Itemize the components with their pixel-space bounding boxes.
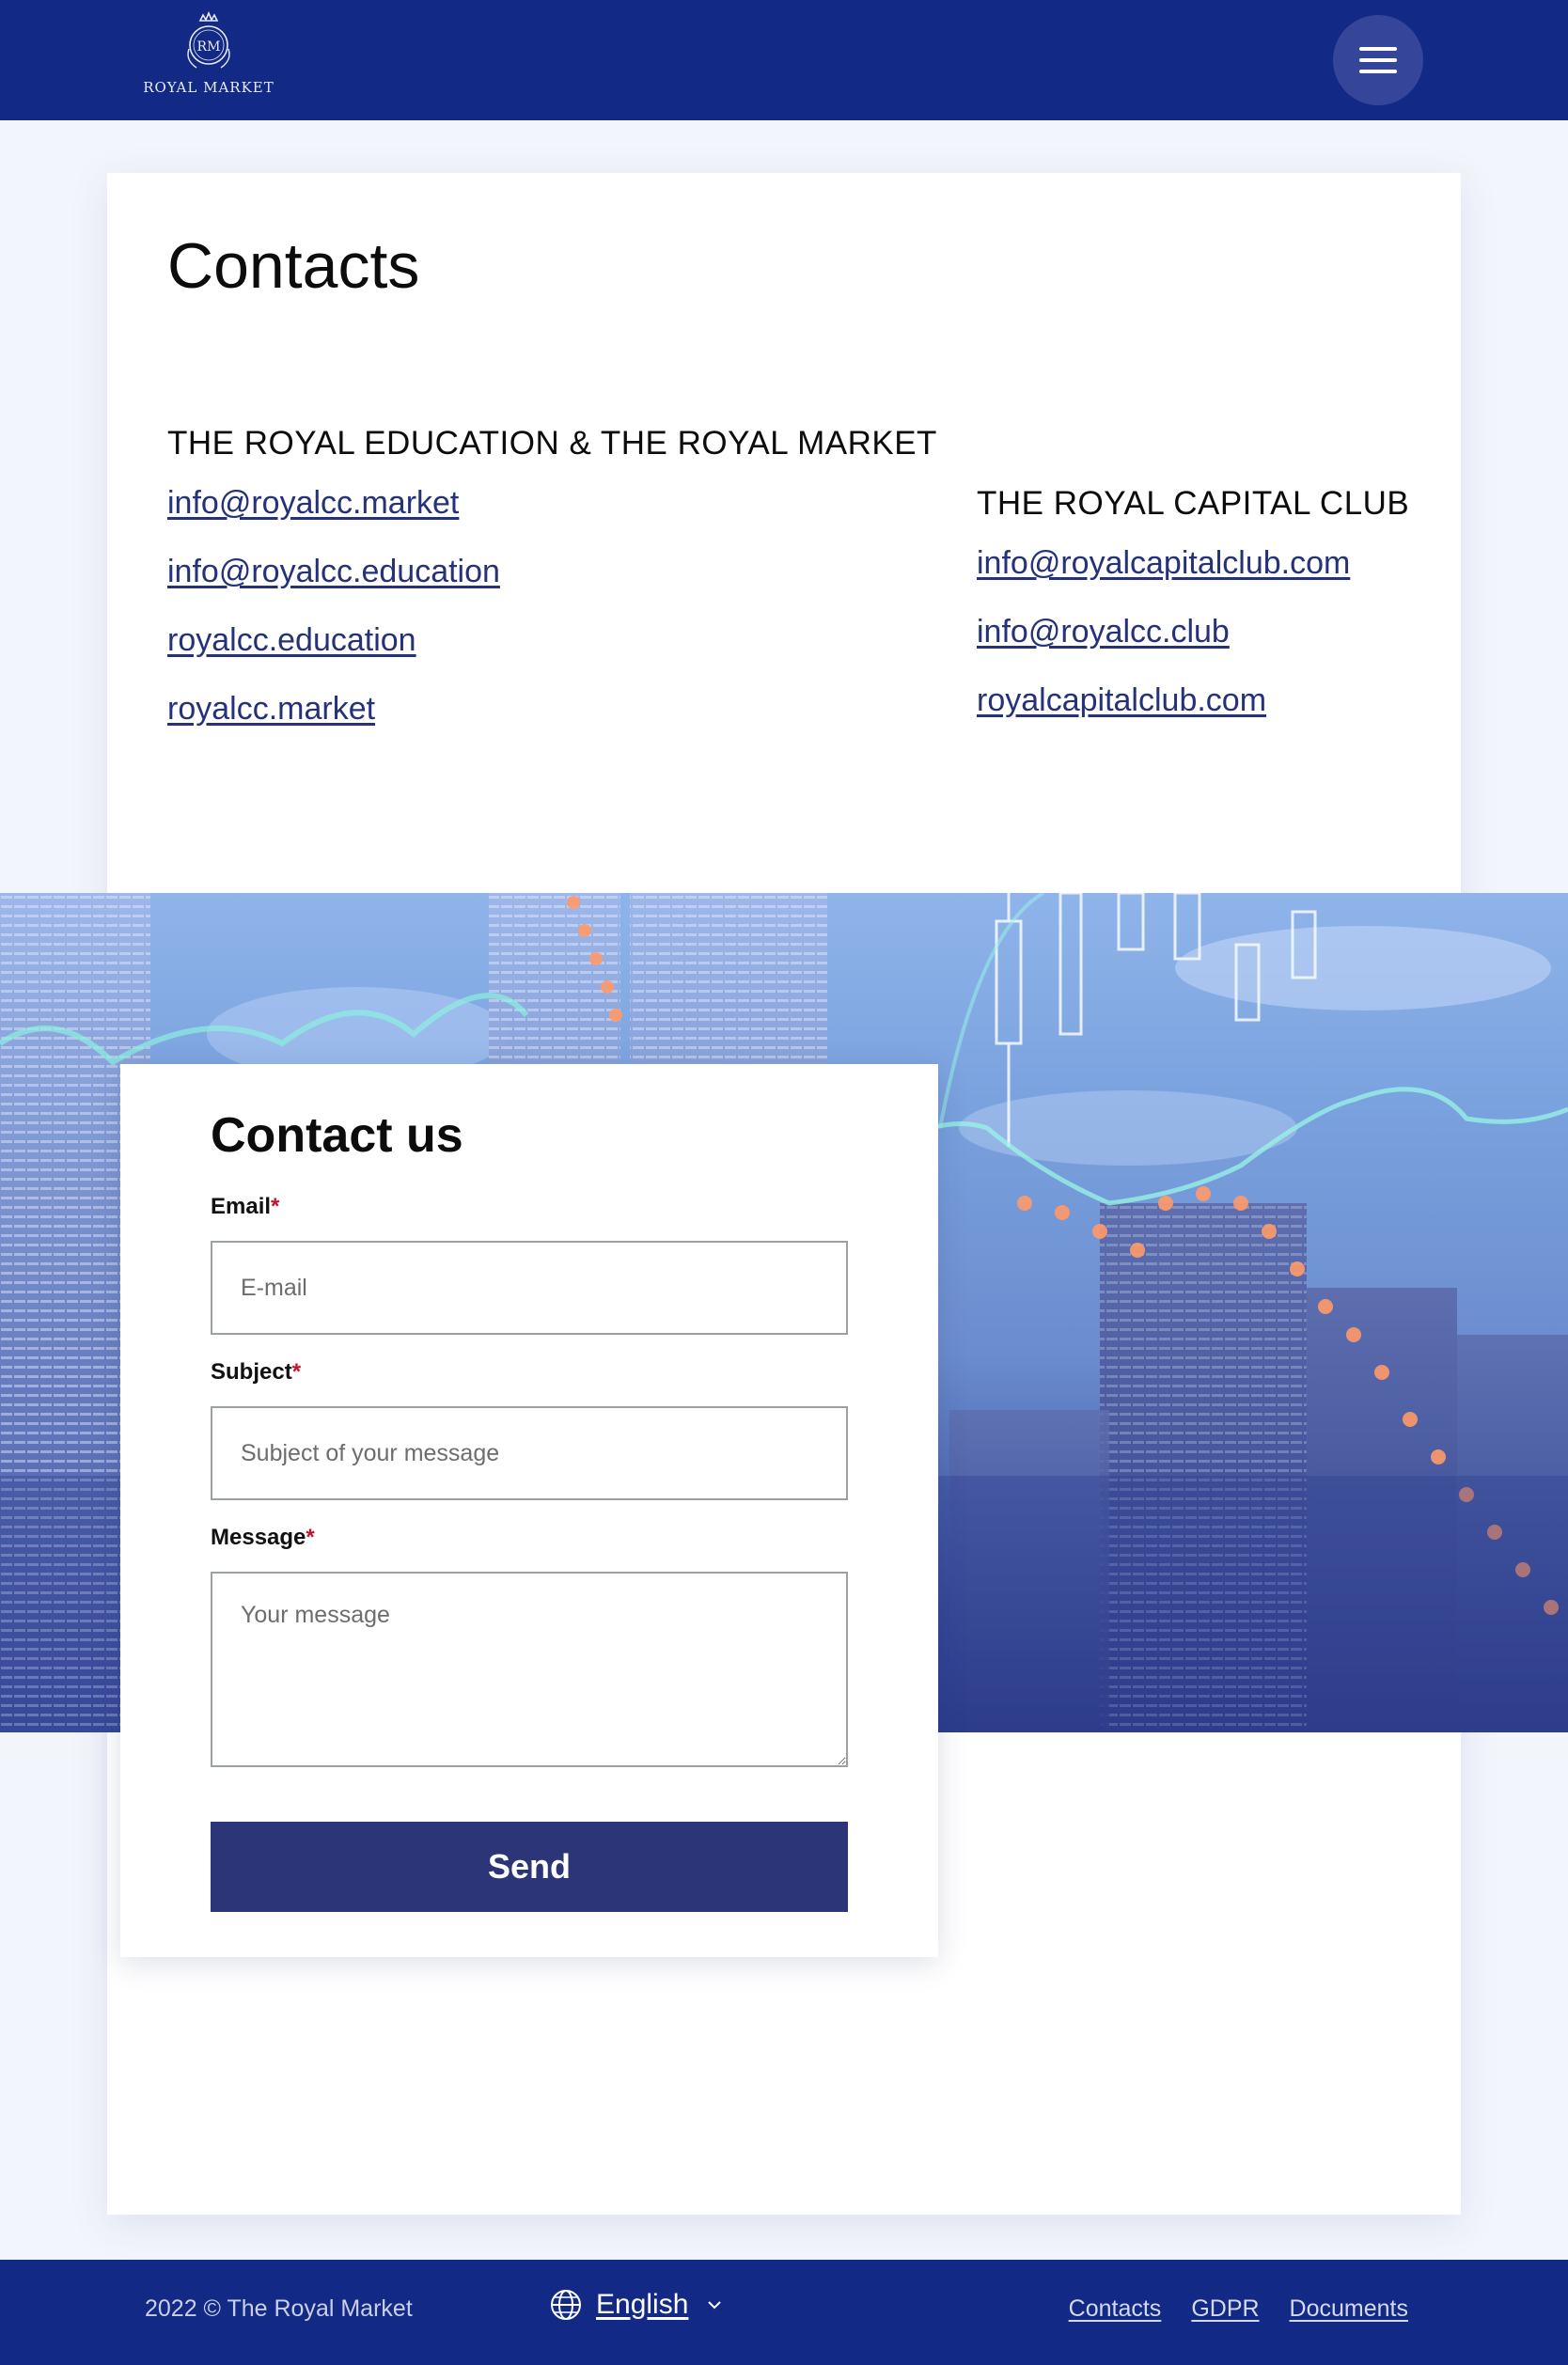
logo-text: ROYAL MARKET [143, 79, 274, 96]
footer-link-gdpr[interactable]: GDPR [1191, 2295, 1259, 2323]
logo-monogram: RM [197, 39, 221, 55]
contact-link-email-capitalclub[interactable]: info@royalcapitalclub.com [977, 545, 1409, 582]
contact-link-site-market[interactable]: royalcc.market [167, 691, 937, 728]
copyright-text: 2022 © The Royal Market [145, 2295, 413, 2322]
royal-market-logo[interactable]: RM ROYAL MARKET [141, 11, 276, 109]
footer-nav: Contacts GDPR Documents [1069, 2295, 1408, 2323]
form-title: Contact us [211, 1108, 463, 1163]
site-header: RM ROYAL MARKET [0, 0, 1568, 120]
contact-link-site-capitalclub[interactable]: royalcapitalclub.com [977, 682, 1409, 719]
contacts-column-royal-education-market: THE ROYAL EDUCATION & THE ROYAL MARKET i… [167, 425, 937, 760]
email-label: Email* [211, 1194, 280, 1219]
chevron-down-icon [708, 2301, 722, 2310]
contact-link-email-club[interactable]: info@royalcc.club [977, 614, 1409, 650]
footer-link-documents[interactable]: Documents [1290, 2295, 1408, 2323]
hamburger-menu-button[interactable] [1333, 15, 1423, 105]
message-textarea[interactable] [211, 1572, 848, 1767]
language-selector[interactable]: English [549, 2288, 722, 2322]
message-label: Message* [211, 1525, 315, 1550]
contact-link-email-education[interactable]: info@royalcc.education [167, 554, 937, 590]
contact-link-email-market[interactable]: info@royalcc.market [167, 485, 937, 522]
contact-link-site-education[interactable]: royalcc.education [167, 622, 937, 659]
subject-label: Subject* [211, 1359, 302, 1385]
globe-icon [551, 2290, 581, 2320]
email-input[interactable] [211, 1241, 848, 1335]
page-title: Contacts [167, 230, 420, 302]
footer-link-contacts[interactable]: Contacts [1069, 2295, 1162, 2323]
send-button[interactable]: Send [211, 1822, 848, 1912]
site-footer: 2022 © The Royal Market English Contacts… [0, 2260, 1568, 2365]
contact-form: Contact us Email* Subject* Message* Send [120, 1064, 938, 1957]
column-heading: THE ROYAL CAPITAL CLUB [977, 485, 1410, 522]
contacts-column-royal-capital-club: THE ROYAL CAPITAL CLUB info@royalcapital… [977, 485, 1409, 751]
crown-crest-icon: RM [187, 11, 230, 69]
hamburger-menu-icon [1359, 47, 1397, 51]
subject-input[interactable] [211, 1406, 848, 1500]
language-label: English [596, 2289, 689, 2320]
column-heading: THE ROYAL EDUCATION & THE ROYAL MARKET [167, 425, 937, 462]
